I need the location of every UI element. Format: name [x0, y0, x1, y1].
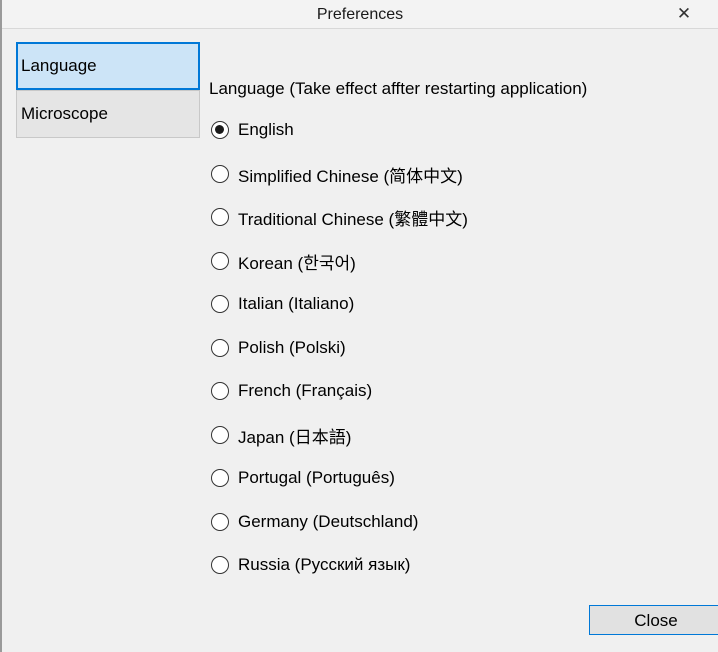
radio-unchecked-icon[interactable] [211, 556, 229, 574]
language-group-label: Language (Take effect affter restarting … [209, 79, 588, 98]
sidebar-item-label: Language [21, 56, 97, 75]
radio-option-russian[interactable]: Russia (Русский язык) [209, 552, 410, 578]
radio-option-japanese[interactable]: Japan (日本語) [209, 422, 351, 448]
radio-label: Germany (Deutschland) [238, 512, 419, 531]
close-icon[interactable]: ✕ [672, 4, 696, 24]
radio-unchecked-icon[interactable] [211, 252, 229, 270]
radio-label: English [238, 120, 294, 139]
sidebar-item-microscope[interactable]: Microscope [16, 90, 200, 138]
radio-unchecked-icon[interactable] [211, 426, 229, 444]
title-bar: Preferences ✕ [2, 0, 718, 28]
radio-label: Portugal (Português) [238, 468, 395, 487]
preferences-dialog: Preferences ✕ Language Microscope Langua… [0, 0, 718, 652]
radio-checked-icon[interactable] [211, 121, 229, 139]
radio-option-german[interactable]: Germany (Deutschland) [209, 509, 418, 535]
radio-option-french[interactable]: French (Français) [209, 378, 372, 404]
radio-unchecked-icon[interactable] [211, 208, 229, 226]
dialog-title: Preferences [316, 6, 404, 23]
sidebar-item-language[interactable]: Language [16, 42, 200, 90]
radio-label: Polish (Polski) [238, 338, 346, 357]
radio-label: Simplified Chinese (简体中文) [238, 166, 463, 186]
radio-label: Traditional Chinese (繁體中文) [238, 209, 468, 229]
radio-option-korean[interactable]: Korean (한국어) [209, 248, 356, 274]
radio-option-portuguese[interactable]: Portugal (Português) [209, 465, 395, 491]
radio-unchecked-icon[interactable] [211, 295, 229, 313]
radio-option-traditional-chinese[interactable]: Traditional Chinese (繁體中文) [209, 204, 468, 230]
sidebar-item-label: Microscope [21, 104, 108, 123]
radio-option-italian[interactable]: Italian (Italiano) [209, 291, 354, 317]
radio-label: French (Français) [238, 381, 373, 400]
radio-option-simplified-chinese[interactable]: Simplified Chinese (简体中文) [209, 161, 463, 187]
radio-unchecked-icon[interactable] [211, 513, 229, 531]
radio-unchecked-icon[interactable] [211, 165, 229, 183]
radio-label: Japan (日本語) [238, 427, 352, 447]
radio-unchecked-icon[interactable] [211, 382, 229, 400]
radio-unchecked-icon[interactable] [211, 339, 229, 357]
radio-option-english[interactable]: English [209, 117, 294, 143]
radio-option-polish[interactable]: Polish (Polski) [209, 335, 346, 361]
radio-unchecked-icon[interactable] [211, 469, 229, 487]
radio-label: Russia (Русский язык) [238, 555, 411, 574]
radio-label: Korean (한국어) [238, 253, 356, 273]
close-button[interactable]: Close [589, 605, 718, 635]
radio-label: Italian (Italiano) [238, 294, 355, 313]
